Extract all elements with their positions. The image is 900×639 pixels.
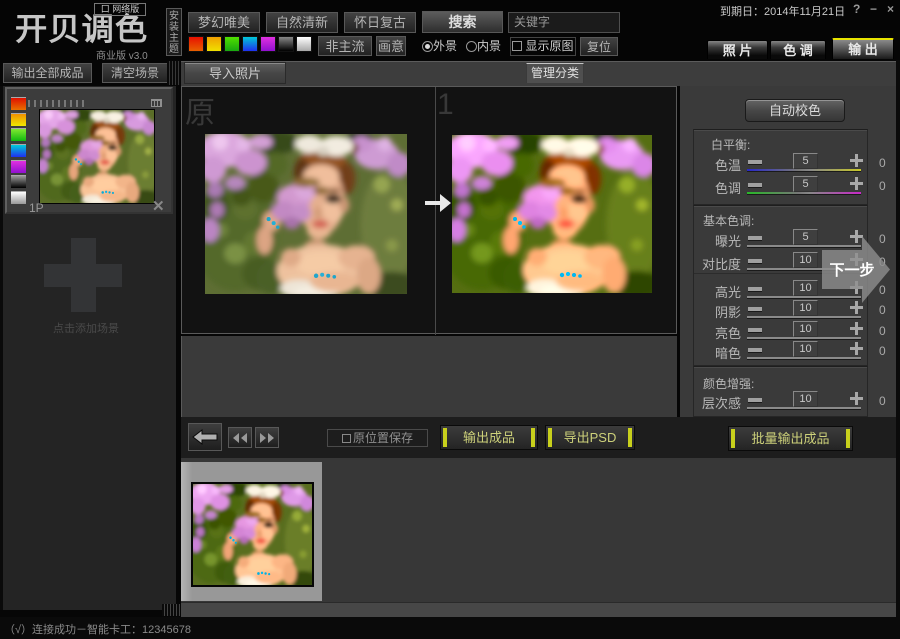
svg-text:下一步: 下一步	[829, 262, 874, 279]
